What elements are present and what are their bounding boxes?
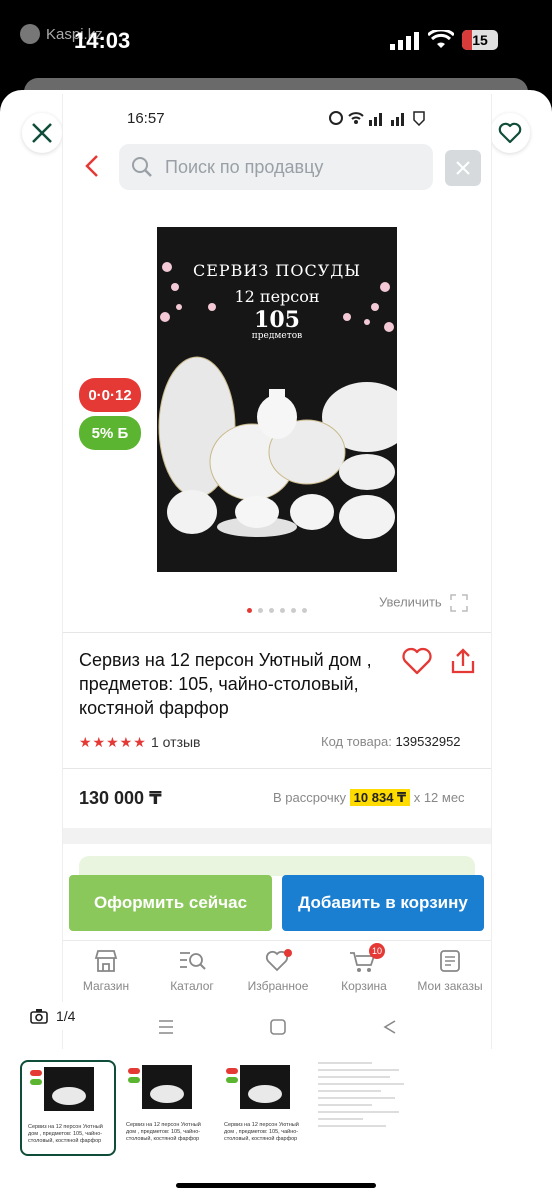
- section-gap: [63, 828, 491, 844]
- poster-count: 105: [254, 307, 300, 333]
- thumbnail-image: [142, 1065, 192, 1109]
- installment-prefix: В рассрочку: [273, 790, 347, 805]
- cart-count-badge: 10: [369, 943, 385, 959]
- inner-status-icons: [329, 110, 449, 129]
- product-price: 130 000 ₸: [79, 788, 162, 808]
- gallery-pager: [247, 608, 307, 613]
- poster-items: предметов: [251, 331, 303, 341]
- tab-label: Корзина: [341, 979, 387, 993]
- thumbnail-caption: Сервиз на 12 персон Уютный дом , предмет…: [28, 1124, 103, 1144]
- tab-label: Каталог: [170, 979, 214, 993]
- tab-favorites[interactable]: Избранное: [235, 941, 321, 1007]
- back-triangle-icon[interactable]: [381, 1018, 399, 1036]
- thumbnail-3[interactable]: Сервиз на 12 персон Уютный дом , предмет…: [218, 1060, 314, 1156]
- image-counter: 1/4: [20, 1002, 86, 1030]
- counter-text: 1/4: [56, 1008, 76, 1024]
- thumbnail-badge: [128, 1068, 140, 1074]
- rating-stars: ★★★★★: [79, 734, 147, 750]
- pager-dot: [258, 608, 263, 613]
- thumbnail-4[interactable]: [318, 1062, 408, 1154]
- thumbnail-2[interactable]: Сервиз на 12 персон Уютный дом , предмет…: [120, 1060, 216, 1156]
- expand-icon: [450, 594, 469, 612]
- cellular-signal-icon: [390, 32, 419, 50]
- tab-label: Магазин: [82, 979, 130, 993]
- buy-now-button[interactable]: Оформить сейчас: [69, 875, 272, 931]
- pager-dot: [280, 608, 285, 613]
- camera-icon: [30, 1009, 48, 1024]
- divider: [63, 632, 491, 633]
- product-code: Код товара: 139532952: [321, 734, 461, 749]
- wifi-icon: [428, 30, 454, 48]
- pager-dot: [247, 608, 252, 613]
- home-indicator[interactable]: [176, 1183, 376, 1188]
- close-icon: [456, 161, 470, 175]
- thumbnail-caption: Сервиз на 12 персон Уютный дом , предмет…: [224, 1122, 299, 1142]
- cart-icon-wrap: 10: [349, 943, 385, 973]
- inner-clock: 16:57: [127, 110, 165, 127]
- zoom-label: Увеличить: [379, 594, 442, 610]
- thumbnail-badge: [226, 1068, 238, 1074]
- seller-search-input[interactable]: Поиск по продавцу: [119, 144, 433, 190]
- installment-info: В рассрочку 10 834 ₸ х 12 мес: [273, 789, 465, 806]
- thumbnail-image: [240, 1065, 290, 1109]
- installment-amount: 10 834 ₸: [349, 789, 411, 806]
- code-value: 139532952: [395, 734, 461, 749]
- product-image[interactable]: СЕРВИЗ ПОСУДЫ 12 персон 105 предметов: [157, 227, 397, 572]
- heart-icon: [498, 122, 522, 144]
- os-status-bar: Kaspi.kz 14:03 15: [0, 0, 552, 80]
- recents-icon[interactable]: [157, 1018, 175, 1036]
- close-icon: [32, 123, 52, 143]
- code-label: Код товара:: [321, 734, 392, 749]
- thumbnail-strip: Сервиз на 12 персон Уютный дом , предмет…: [0, 1050, 552, 1160]
- home-square-icon[interactable]: [269, 1018, 287, 1036]
- thumbnail-badge: [226, 1077, 238, 1083]
- tab-cart[interactable]: 10 Корзина: [321, 941, 407, 1007]
- close-button[interactable]: [22, 113, 62, 153]
- thumbnail-badge: [128, 1077, 140, 1083]
- tab-orders[interactable]: Мои заказы: [407, 941, 491, 1007]
- installment-suffix: х 12 мес: [413, 790, 465, 805]
- pager-dot: [291, 608, 296, 613]
- thumbnail-badge: [30, 1070, 42, 1076]
- orders-icon: [440, 950, 460, 972]
- product-screenshot: 16:57 Поиск по продавцу СЕРВИЗ ПОСУДЫ 12…: [62, 94, 492, 1049]
- heart-icon: [265, 949, 292, 972]
- clear-search-button[interactable]: [445, 150, 481, 186]
- battery-icon: 15: [462, 30, 498, 50]
- tab-label: Избранное: [247, 979, 309, 993]
- favorite-heart-icon[interactable]: [401, 646, 433, 676]
- share-icon[interactable]: [449, 646, 477, 676]
- pager-dot: [269, 608, 274, 613]
- thumbnail-caption: Сервиз на 12 персон Уютный дом , предмет…: [126, 1122, 201, 1142]
- bonus-badge: 5% Б: [79, 416, 141, 450]
- thumbnail-image: [44, 1067, 94, 1111]
- installment-badge: 0·0·12: [79, 378, 141, 412]
- search-placeholder: Поиск по продавцу: [165, 156, 324, 177]
- app-logo-icon: [20, 24, 40, 44]
- poster-persons: 12 персон: [234, 287, 320, 306]
- status-icons: [329, 111, 425, 127]
- catalog-search-icon: [180, 952, 206, 970]
- tab-shop[interactable]: Магазин: [63, 941, 149, 1007]
- back-chevron-icon[interactable]: [81, 154, 103, 178]
- thumbnail-badge: [30, 1079, 42, 1085]
- promo-banner: [79, 856, 475, 876]
- reviews-link[interactable]: 1 отзыв: [151, 734, 201, 750]
- favorite-button[interactable]: [490, 113, 530, 153]
- search-icon: [132, 157, 152, 177]
- shop-icon: [94, 950, 118, 972]
- divider: [63, 768, 491, 769]
- pager-dot: [302, 608, 307, 613]
- product-title: Сервиз на 12 персон Уютный дом , предмет…: [79, 650, 372, 718]
- android-nav-bar: [63, 1008, 491, 1046]
- add-to-cart-button[interactable]: Добавить в корзину: [282, 875, 484, 931]
- tab-label: Мои заказы: [417, 979, 483, 993]
- poster-title: СЕРВИЗ ПОСУДЫ: [192, 261, 362, 280]
- os-clock: 14:03: [74, 28, 131, 53]
- thumbnail-1[interactable]: Сервиз на 12 персон Уютный дом , предмет…: [20, 1060, 116, 1156]
- bottom-tab-bar: Магазин Каталог Избранное 10 Корзина Мои…: [63, 940, 491, 1007]
- zoom-button[interactable]: Увеличить: [379, 593, 469, 613]
- tab-catalog[interactable]: Каталог: [149, 941, 235, 1007]
